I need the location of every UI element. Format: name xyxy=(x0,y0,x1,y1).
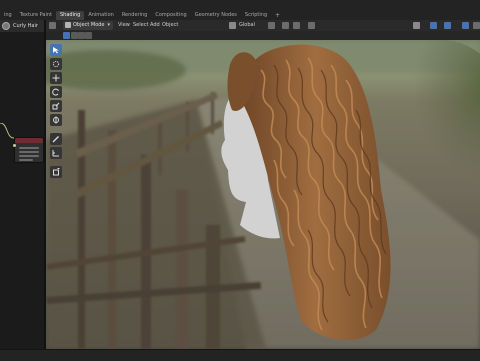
3d-cursor-icon xyxy=(52,60,60,68)
measure-tool-button[interactable] xyxy=(50,147,62,159)
editor-type-icon[interactable] xyxy=(49,22,56,29)
status-bar xyxy=(0,349,480,361)
tool-shelf xyxy=(50,44,62,178)
workspace-tabs: ing Texture Paint Shading Animation Rend… xyxy=(0,9,284,20)
node-editor-header: Curly Hair xyxy=(0,20,44,33)
tab-texture-paint[interactable]: Texture Paint xyxy=(16,11,56,20)
select-mode-extend-icon[interactable] xyxy=(71,32,78,39)
cube-add-icon xyxy=(53,168,60,176)
mode-dropdown[interactable]: Object Mode ▾ xyxy=(63,21,113,30)
select-mode-subtract-icon[interactable] xyxy=(78,32,85,39)
tool-options-bar xyxy=(46,31,480,40)
rotate-tool-button[interactable] xyxy=(50,86,62,98)
object-mode-icon xyxy=(65,22,71,28)
overlay-toggle-icon[interactable] xyxy=(444,22,451,29)
transform-tool-button[interactable] xyxy=(50,114,62,126)
move-tool-button[interactable] xyxy=(50,72,62,84)
shader-node[interactable] xyxy=(13,137,44,163)
viewport-header: Object Mode ▾ View Select Add Object Glo… xyxy=(46,20,480,31)
tab-geometry-nodes[interactable]: Geometry Nodes xyxy=(191,11,241,20)
node-header xyxy=(15,138,43,143)
select-mode-new-icon[interactable] xyxy=(63,32,70,39)
rotate-icon xyxy=(52,88,59,96)
select-tool-button[interactable] xyxy=(50,44,62,56)
annotate-tool-button[interactable] xyxy=(50,133,62,145)
scale-icon xyxy=(52,102,60,110)
orientation-icon xyxy=(229,22,236,29)
tab-shading[interactable]: Shading xyxy=(56,11,85,20)
object-name[interactable]: Curly Hair xyxy=(13,22,38,30)
cursor-arrow-icon xyxy=(53,47,59,54)
orientation-dropdown[interactable]: Global xyxy=(239,20,255,31)
menu-object[interactable]: Object xyxy=(162,20,178,31)
snap-target-icon[interactable] xyxy=(293,22,300,29)
node-row xyxy=(19,147,39,149)
tab-animation[interactable]: Animation xyxy=(84,11,118,20)
node-row xyxy=(19,159,33,161)
menu-add[interactable]: Add xyxy=(150,20,160,31)
node-socket[interactable] xyxy=(13,144,16,147)
cursor-tool-button[interactable] xyxy=(50,58,62,70)
menu-select[interactable]: Select xyxy=(133,20,148,31)
tab-sculpting[interactable]: ing xyxy=(0,11,16,20)
pencil-icon xyxy=(52,136,59,143)
viewport-render xyxy=(46,40,480,349)
pivot-icon[interactable] xyxy=(268,22,275,29)
xray-icon[interactable] xyxy=(462,22,469,29)
scale-tool-button[interactable] xyxy=(50,100,62,112)
transform-icon xyxy=(53,116,59,124)
mode-label: Object Mode xyxy=(73,22,105,28)
visibility-icon[interactable] xyxy=(413,22,420,29)
node-editor[interactable] xyxy=(0,33,44,349)
shading-mode-icon[interactable] xyxy=(473,22,480,29)
chevron-down-icon: ▾ xyxy=(107,22,110,28)
add-cube-tool-button[interactable] xyxy=(50,166,62,178)
node-row xyxy=(19,155,39,157)
gizmo-toggle-icon[interactable] xyxy=(430,22,437,29)
tab-scripting[interactable]: Scripting xyxy=(241,11,271,20)
node-row xyxy=(19,151,39,153)
top-bar: ing Texture Paint Shading Animation Rend… xyxy=(0,0,480,21)
menu-view[interactable]: View xyxy=(118,20,130,31)
snap-icon[interactable] xyxy=(282,22,289,29)
ruler-icon xyxy=(52,150,59,157)
3d-viewport[interactable] xyxy=(46,40,480,349)
sphere-icon[interactable] xyxy=(2,22,10,30)
tab-compositing[interactable]: Compositing xyxy=(151,11,190,20)
select-mode-invert-icon[interactable] xyxy=(85,32,92,39)
tab-rendering[interactable]: Rendering xyxy=(118,11,152,20)
proportional-edit-icon[interactable] xyxy=(308,22,315,29)
move-arrows-icon xyxy=(52,74,60,82)
add-workspace-button[interactable]: + xyxy=(271,11,284,20)
